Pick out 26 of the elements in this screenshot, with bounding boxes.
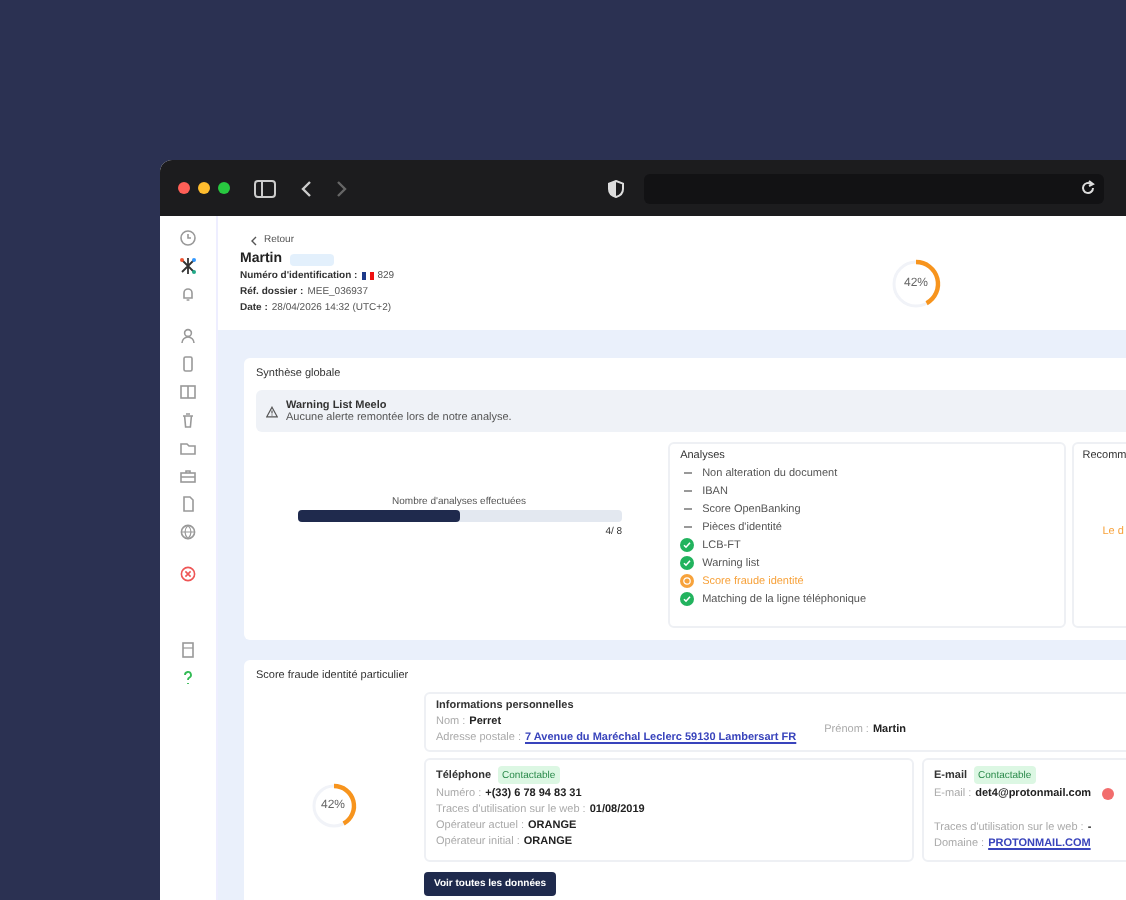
folder-icon[interactable] xyxy=(178,438,198,458)
warning-icon xyxy=(266,405,278,417)
user-icon[interactable] xyxy=(178,326,198,346)
book-icon[interactable] xyxy=(178,382,198,402)
alert-dot-icon xyxy=(1101,788,1114,800)
document-icon[interactable] xyxy=(178,494,198,514)
shield-icon[interactable] xyxy=(608,179,624,197)
logo-icon[interactable] xyxy=(178,256,198,276)
minimize-button[interactable] xyxy=(198,182,210,194)
clock-icon[interactable] xyxy=(178,228,198,248)
reload-icon[interactable] xyxy=(1080,180,1096,196)
close-button[interactable] xyxy=(178,182,190,194)
alert-circle-icon[interactable] xyxy=(178,564,198,584)
sidebar-toggle-icon[interactable] xyxy=(254,179,276,197)
flag-icon xyxy=(361,272,374,280)
phone-icon[interactable] xyxy=(178,354,198,374)
help-icon[interactable] xyxy=(178,668,198,688)
forward-icon[interactable] xyxy=(336,179,348,197)
globe-icon[interactable] xyxy=(178,522,198,542)
status-badge xyxy=(290,253,334,265)
bell-icon[interactable] xyxy=(178,284,198,304)
briefcase-icon[interactable] xyxy=(178,466,198,486)
maximize-button[interactable] xyxy=(218,182,230,194)
trash-icon[interactable] xyxy=(178,410,198,430)
back-icon[interactable] xyxy=(300,179,312,197)
chevron-left-icon xyxy=(250,235,258,245)
